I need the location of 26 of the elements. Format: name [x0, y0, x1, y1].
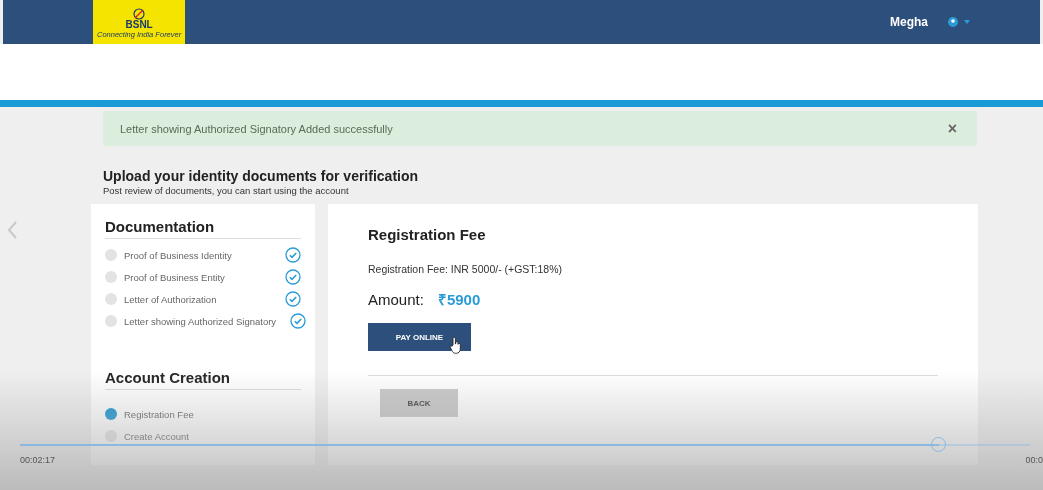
logo-mark-icon: [133, 8, 146, 20]
hand-cursor-icon: [449, 336, 463, 354]
step-label[interactable]: Letter showing Authorized Signatory: [124, 315, 277, 327]
step-label[interactable]: Proof of Business Entity: [124, 271, 225, 283]
page-subtitle: Post review of documents, you can start using the account: [103, 185, 350, 196]
user-name[interactable]: Megha: [890, 15, 928, 29]
section-title: Account Creation: [105, 369, 301, 390]
amount-value: ₹5900: [437, 290, 481, 309]
back-button[interactable]: BACK: [380, 389, 458, 417]
step-label[interactable]: Registration Fee: [124, 408, 194, 420]
fee-text: Registration Fee: INR 5000/- (+GST:18%): [368, 263, 564, 275]
total-time: 00:0: [1025, 455, 1043, 465]
page-title: Upload your identity documents for verification: [103, 168, 420, 184]
step-label[interactable]: Letter of Authorization: [124, 293, 217, 305]
logo-text: BSNL: [125, 20, 153, 30]
close-button[interactable]: ×: [943, 119, 961, 138]
chevron-left-icon[interactable]: [6, 220, 18, 240]
step-label[interactable]: Proof of Business Identity: [124, 249, 232, 261]
caret-icon[interactable]: [964, 20, 970, 24]
amount-label: Amount:: [368, 291, 424, 308]
elapsed-time: 00:02:17: [20, 455, 56, 465]
alert-message: Letter showing Authorized Signatory Added successfully: [120, 122, 394, 135]
section-title: Documentation: [105, 218, 301, 239]
pay-online-button[interactable]: PAY ONLINE: [368, 323, 471, 351]
panel-title: Registration Fee: [368, 226, 487, 243]
user-icon[interactable]: [948, 17, 958, 27]
